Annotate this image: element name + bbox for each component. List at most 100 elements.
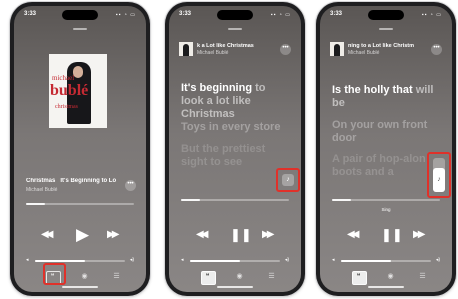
pause-icon[interactable]: ❚❚ — [230, 227, 252, 243]
song-title-left: Christmas — [26, 178, 56, 184]
mini-artwork — [330, 42, 344, 56]
mini-artwork — [179, 42, 193, 56]
previous-icon[interactable]: ◀◀ — [196, 229, 209, 240]
status-time: 3:33 — [179, 11, 192, 17]
mini-song-title: ning to a Lot like Christm — [348, 43, 415, 49]
highlight-lyrics-button — [43, 263, 66, 285]
volume-fill — [341, 260, 391, 262]
airplay-icon[interactable]: ◉ — [235, 273, 244, 281]
song-title: Christmas It's Beginning to Lo — [26, 178, 136, 184]
volume-high-icon: ◂) — [284, 257, 289, 263]
status-icons: ▪▪ ◔ ▭ — [270, 12, 291, 18]
play-icon[interactable]: ▶ — [76, 225, 89, 245]
progress-fill — [332, 199, 352, 201]
volume-fill — [35, 260, 85, 262]
status-icons: ▪▪ ◔ ▭ — [115, 12, 136, 18]
airplay-icon[interactable]: ◉ — [386, 273, 395, 281]
bottom-bar: ❝ ◉ ☰ — [169, 271, 301, 285]
volume-high-icon: ◂) — [435, 257, 440, 263]
artist-name: Michael Bublé — [26, 187, 58, 193]
phone-lyrics: 3:33 ▪▪ ◔ ▭ k a Lot like Christmas Micha… — [165, 2, 305, 296]
next-icon[interactable]: ▶▶ — [107, 229, 120, 240]
lyrics-icon: ❝ — [356, 273, 361, 280]
bottom-bar: ❝ ◉ ☰ — [14, 271, 146, 285]
more-button[interactable]: ••• — [280, 44, 291, 55]
lyric-next[interactable]: On your own front door — [332, 119, 442, 145]
sheet-grabber[interactable] — [379, 28, 393, 30]
artwork-text-2: bublé — [50, 82, 89, 99]
more-button[interactable]: ••• — [431, 44, 442, 55]
album-artwork: michael bublé christmas — [49, 54, 107, 128]
sheet-grabber[interactable] — [73, 28, 87, 30]
volume-fill — [190, 260, 240, 262]
queue-icon[interactable]: ☰ — [267, 273, 276, 281]
status-bar: 3:33 ▪▪ ◔ ▭ — [179, 10, 291, 21]
progress-bar[interactable] — [181, 199, 289, 201]
home-indicator — [368, 286, 404, 288]
previous-icon[interactable]: ◀◀ — [347, 229, 360, 240]
song-title-right: It's Beginning to Lo — [60, 178, 117, 184]
lyric-sung: It's beginning — [181, 82, 253, 94]
status-time: 3:33 — [330, 11, 343, 17]
more-button[interactable]: ••• — [125, 180, 136, 191]
volume-high-icon: ◂) — [129, 257, 134, 263]
progress-bar[interactable] — [332, 199, 440, 201]
lyric-following[interactable]: But the prettiest sight to see — [181, 143, 291, 169]
playback-controls: ◀◀ ❚❚ ▶▶ — [169, 225, 301, 245]
progress-fill — [26, 203, 46, 205]
mini-song-title: k a Lot like Christmas — [197, 43, 254, 49]
home-indicator — [62, 286, 98, 288]
volume-slider[interactable] — [35, 260, 125, 262]
home-indicator — [217, 286, 253, 288]
artwork-face — [73, 66, 83, 78]
status-icons: ▪▪ ◔ ▭ — [421, 12, 442, 18]
sing-label: Sing — [381, 207, 391, 212]
volume-control: ◂ ◂) — [332, 257, 440, 265]
lyrics-screen: 3:33 ▪▪ ◔ ▭ k a Lot like Christmas Micha… — [169, 6, 301, 292]
mini-artist-name: Michael Bublé — [348, 50, 380, 56]
previous-icon[interactable]: ◀◀ — [41, 229, 54, 240]
queue-icon[interactable]: ☰ — [112, 273, 121, 281]
bottom-bar: ❝ ◉ ☰ — [320, 271, 452, 285]
next-icon[interactable]: ▶▶ — [262, 229, 275, 240]
status-time: 3:33 — [24, 11, 37, 17]
sheet-grabber[interactable] — [228, 28, 242, 30]
lyric-next[interactable]: Toys in every store — [181, 121, 291, 134]
artwork-text-1: michael — [52, 74, 75, 82]
dynamic-island — [368, 10, 404, 20]
lyric-following[interactable]: A pair of hop-alon boots and a — [332, 153, 442, 179]
pause-icon[interactable]: ❚❚ — [381, 227, 403, 243]
playback-controls: ◀◀ ❚❚ ▶▶ — [320, 225, 452, 245]
highlight-sing-button — [276, 168, 300, 192]
volume-control: ◂ ◂) — [26, 257, 134, 265]
volume-low-icon: ◂ — [332, 257, 335, 263]
volume-low-icon: ◂ — [181, 257, 184, 263]
progress-bar[interactable] — [26, 203, 134, 205]
phone-now-playing: 3:33 ▪▪ ◔ ▭ michael bublé christmas Chri… — [10, 2, 150, 296]
now-playing-screen: 3:33 ▪▪ ◔ ▭ michael bublé christmas Chri… — [14, 6, 146, 292]
lyrics-icon: ❝ — [205, 273, 210, 280]
dynamic-island — [217, 10, 253, 20]
dynamic-island — [62, 10, 98, 20]
status-bar: 3:33 ▪▪ ◔ ▭ — [330, 10, 442, 21]
lyric-current[interactable]: Is the holly that will be — [332, 84, 442, 110]
next-icon[interactable]: ▶▶ — [413, 229, 426, 240]
sing-screen: 3:33 ▪▪ ◔ ▭ ning to a Lot like Christm M… — [320, 6, 452, 292]
mini-artwork-figure — [183, 44, 189, 56]
lyric-sung: Is the holly that — [332, 84, 413, 96]
highlight-vocal-slider — [427, 152, 451, 198]
mini-artist-name: Michael Bublé — [197, 50, 229, 56]
lyric-current[interactable]: It's beginning to look a lot like Christ… — [181, 82, 291, 121]
airplay-icon[interactable]: ◉ — [80, 273, 89, 281]
progress-fill — [181, 199, 201, 201]
volume-slider[interactable] — [341, 260, 431, 262]
queue-icon[interactable]: ☰ — [418, 273, 427, 281]
volume-low-icon: ◂ — [26, 257, 29, 263]
playback-controls: ◀◀ ▶ ▶▶ — [14, 225, 146, 245]
phone-sing-mode: 3:33 ▪▪ ◔ ▭ ning to a Lot like Christm M… — [316, 2, 456, 296]
artwork-text-3: christmas — [55, 104, 78, 110]
volume-control: ◂ ◂) — [181, 257, 289, 265]
status-bar: 3:33 ▪▪ ◔ ▭ — [24, 10, 136, 21]
volume-slider[interactable] — [190, 260, 280, 262]
mini-artwork-figure — [334, 44, 340, 56]
